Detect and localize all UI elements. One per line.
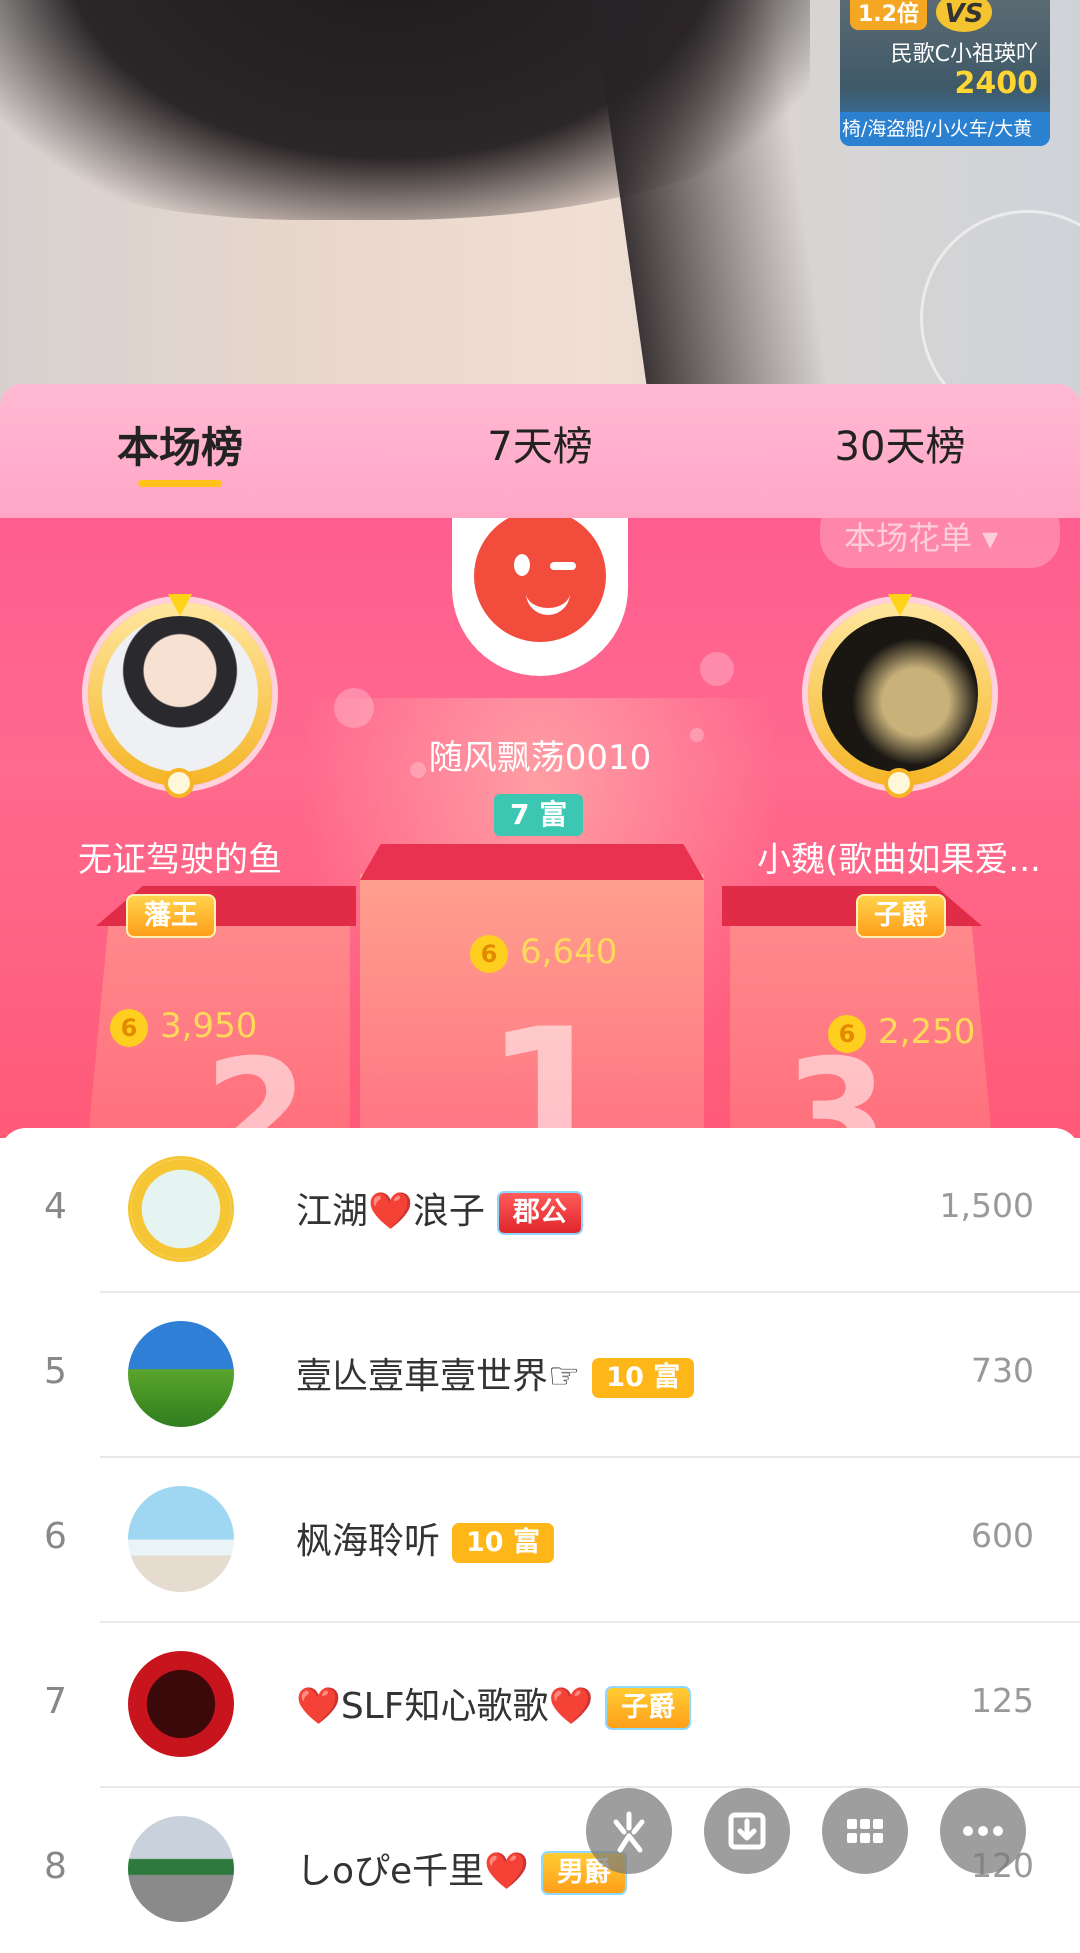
contribution-score: 600 [971,1516,1034,1555]
avatar[interactable] [128,1651,234,1757]
rank2-coins: 6 3,950 [110,1006,257,1047]
download-icon[interactable] [704,1788,790,1874]
podium-number-1: 1 [484,988,617,1138]
rank1-name[interactable]: 随风飘荡0010 [390,730,690,779]
avatar[interactable] [128,1321,234,1427]
list-item[interactable]: 6 枫海聆听 10 富 600 [0,1458,1080,1623]
rank3-avatar[interactable] [808,594,992,798]
rank2-name[interactable]: 无证驾驶的鱼 [40,832,320,881]
rank-number: 7 [44,1681,67,1722]
list-item[interactable]: 7 ❤️SLF知心歌歌❤️ 子爵 125 [0,1623,1080,1788]
ranking-tabs-bar: 本场榜 7天榜 30天榜 [0,384,1080,518]
rank-number: 6 [44,1516,67,1557]
crown-gem-icon [168,594,192,616]
pk-score: 2400 [954,66,1039,101]
avatar[interactable] [128,1486,234,1592]
active-tab-indicator [138,480,222,487]
pk-battle-card[interactable]: 1.2倍 VS 民歌C小祖瑛吖 2400 椅/海盗船/小火车/大黄 [840,0,1050,146]
crown-gem-icon [888,594,912,616]
avatar[interactable] [128,1816,234,1922]
coin-icon: 6 [828,1014,866,1053]
rank-number: 8 [44,1846,67,1887]
coin-icon: 6 [110,1008,148,1047]
user-name[interactable]: 枫海聆听 10 富 [296,1512,554,1564]
contribution-score: 125 [971,1681,1034,1720]
rank2-title-badge: 藩王 [126,894,216,938]
title-badge: 子爵 [605,1686,692,1730]
pk-opponent-name: 民歌C小祖瑛吖 [890,42,1038,67]
contribution-score: 1,500 [939,1186,1034,1225]
sparkle-icon[interactable] [586,1788,672,1874]
user-name[interactable]: 江湖❤️浪子 郡公 [296,1182,583,1235]
pk-gift-ticker: 椅/海盗船/小火车/大黄 [840,112,1050,146]
grid-icon[interactable] [822,1788,908,1874]
coin-icon: 6 [470,934,508,973]
podium-top-1 [360,844,704,880]
avatar[interactable] [128,1156,234,1262]
tab-30-days[interactable]: 30天榜 [820,414,980,472]
rank3-title-badge: 子爵 [856,894,946,938]
pk-multiplier: 1.2倍 [850,0,927,30]
rank1-coins: 6 6,640 [470,932,617,973]
rich-badge: 10 富 [592,1358,695,1398]
frame-medal-icon [164,768,194,798]
rank-number: 5 [44,1351,67,1392]
title-badge: 郡公 [496,1191,583,1235]
scope-filter-dropdown[interactable]: 本场花单 ▾ [820,518,1060,568]
user-name[interactable]: 壹亾壹車壹世界☞ 10 富 [296,1347,695,1399]
bubble [700,652,734,686]
frame-medal-icon [884,768,914,798]
mystery-user-icon [474,518,606,642]
rich-badge: 10 富 [452,1523,554,1563]
rank-number: 4 [44,1186,67,1227]
rank3-coins: 6 2,250 [828,1012,975,1053]
list-item[interactable]: 5 壹亾壹車壹世界☞ 10 富 730 [0,1293,1080,1458]
tab-7-days[interactable]: 7天榜 [470,414,610,472]
contribution-score: 730 [971,1351,1034,1390]
vs-icon: VS [936,0,992,32]
user-name[interactable]: ❤️SLF知心歌歌❤️ 子爵 [296,1677,692,1730]
list-item[interactable]: 4 江湖❤️浪子 郡公 1,500 [0,1128,1080,1293]
rank1-avatar[interactable] [452,518,628,676]
ranking-list: 4 江湖❤️浪子 郡公 1,500 5 壹亾壹車壹世界☞ 10 富 730 6 枫海… [0,1128,1080,1922]
bubble [334,688,374,728]
rank3-name[interactable]: 小魏(歌曲如果爱... [746,832,1052,881]
rank1-rich-badge: 7 富 [494,794,584,836]
bubble [690,728,704,742]
podium-top3: 本场花单 ▾ 1 2 3 随风飘荡0010 7 富 6 6,640 无证驾驶的鱼 … [0,518,1080,1138]
user-name[interactable]: しoぴe千里❤️ 男爵 [296,1842,627,1895]
more-icon[interactable] [940,1788,1026,1874]
tab-current-show[interactable]: 本场榜 [110,414,250,475]
rank2-avatar[interactable] [88,594,272,798]
list-item[interactable]: 8 しoぴe千里❤️男爵 120 [0,1788,1080,1953]
